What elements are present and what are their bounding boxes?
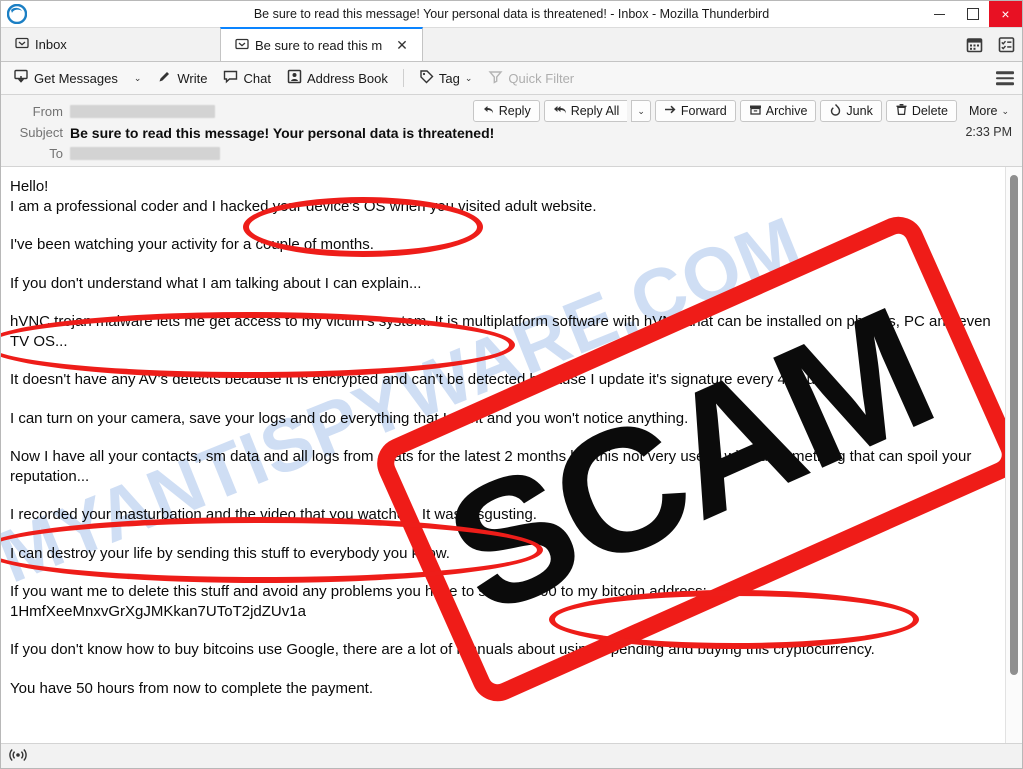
- reply-button[interactable]: Reply: [472, 100, 540, 122]
- hamburger-menu-icon[interactable]: [996, 71, 1014, 85]
- junk-label: Junk: [846, 104, 873, 118]
- reply-all-label: Reply All: [570, 104, 620, 118]
- more-label: More: [968, 104, 998, 118]
- pencil-icon: [157, 69, 172, 87]
- forward-arrow-icon: [664, 103, 677, 119]
- to-row: To: [1, 143, 1022, 164]
- broadcast-signal-icon: [9, 748, 27, 765]
- quick-filter-button[interactable]: Quick Filter: [481, 66, 581, 90]
- archive-label: Archive: [765, 104, 808, 118]
- forward-button[interactable]: Forward: [654, 100, 736, 122]
- message-body-pane: MYANTISPYWARE.COM Hello! I am a professi…: [1, 167, 1022, 743]
- write-button[interactable]: Write: [150, 66, 214, 90]
- tag-label: Tag: [438, 70, 460, 86]
- tab-bar: Inbox Be sure to read this m ✕: [1, 27, 1022, 62]
- mail-folder-icon: [15, 36, 29, 53]
- reply-all-button[interactable]: Reply All: [543, 100, 628, 122]
- tab-inbox[interactable]: Inbox: [1, 28, 220, 61]
- archive-box-icon: [749, 103, 762, 119]
- quick-filter-label: Quick Filter: [508, 70, 575, 86]
- reply-all-dropdown[interactable]: ⌄: [631, 100, 651, 122]
- tab-inbox-label: Inbox: [35, 37, 67, 52]
- chevron-down-icon: ⌄: [133, 72, 142, 83]
- to-label: To: [49, 146, 63, 161]
- tab-message-label: Be sure to read this m: [255, 37, 383, 53]
- delete-button[interactable]: Delete: [885, 100, 957, 122]
- get-messages-icon: [14, 69, 29, 87]
- body-paragraph: You have 50 hours from now to complete t…: [10, 679, 373, 697]
- maximize-button[interactable]: [956, 1, 989, 27]
- more-button[interactable]: More ⌄: [961, 100, 1017, 122]
- calendar-icon[interactable]: [964, 35, 984, 55]
- mail-envelope-icon: [235, 37, 249, 54]
- message-body-text: Hello! I am a professional coder and I h…: [10, 177, 992, 717]
- scrollbar-thumb[interactable]: [1010, 175, 1018, 675]
- junk-button[interactable]: Junk: [820, 100, 882, 122]
- filter-funnel-icon: [488, 69, 503, 87]
- message-header: From Subject Be sure to read this messag…: [1, 95, 1022, 167]
- body-paragraph: I recorded your masturbation and the vid…: [10, 506, 537, 523]
- chevron-down-icon: ⌄: [1001, 105, 1009, 116]
- to-value-redacted: [70, 147, 220, 160]
- subject-label: Subject: [19, 125, 63, 140]
- main-toolbar: Get Messages ⌄ Write Chat Address Book T…: [1, 62, 1022, 95]
- thunderbird-logo-icon: [4, 3, 30, 25]
- chevron-down-icon: ⌄: [637, 105, 645, 116]
- body-paragraph: Now I have all your contacts, sm data an…: [10, 448, 972, 485]
- close-button[interactable]: ×: [989, 1, 1022, 27]
- forward-label: Forward: [680, 104, 727, 118]
- body-paragraph: I've been watching your activity for a c…: [10, 236, 374, 253]
- body-paragraph: It doesn't have any AV's detects because…: [10, 371, 824, 388]
- trash-can-icon: [895, 103, 908, 119]
- address-book-icon: [287, 69, 302, 87]
- subject-value: Be sure to read this message! Your perso…: [70, 124, 495, 141]
- body-paragraph: I can turn on your camera, save your log…: [10, 409, 689, 427]
- subject-row: Subject Be sure to read this message! Yo…: [1, 122, 1022, 143]
- toolbar-separator: [402, 69, 404, 87]
- write-label: Write: [177, 70, 208, 86]
- title-bar: Be sure to read this message! Your perso…: [1, 1, 1022, 28]
- get-messages-dropdown[interactable]: ⌄: [127, 70, 149, 87]
- status-bar: [1, 743, 1022, 768]
- tabbar-right-icons: [964, 28, 1016, 61]
- minimize-button[interactable]: [923, 1, 956, 27]
- message-time: 2:33 PM: [965, 125, 1012, 139]
- address-book-button[interactable]: Address Book: [280, 66, 395, 90]
- delete-label: Delete: [911, 104, 948, 118]
- body-paragraph: If you want me to delete this stuff and …: [10, 583, 707, 600]
- body-paragraph: I am a professional coder and I hacked y…: [10, 197, 597, 215]
- tab-message[interactable]: Be sure to read this m ✕: [220, 27, 423, 61]
- tab-close-icon[interactable]: ✕: [396, 38, 408, 52]
- junk-flame-icon: [829, 103, 842, 119]
- tasks-icon[interactable]: [996, 35, 1016, 55]
- get-messages-label: Get Messages: [34, 70, 118, 86]
- body-paragraph: I can destroy your life by sending this …: [10, 544, 450, 562]
- archive-button[interactable]: Archive: [739, 100, 817, 122]
- body-paragraph: If you don't know how to buy bitcoins us…: [10, 641, 875, 658]
- vertical-scrollbar[interactable]: [1005, 167, 1022, 743]
- bitcoin-address: 1HmfXeeMnxvGrXgJMKkan7UToT2jdZUv1a: [10, 602, 306, 620]
- reply-all-arrow-icon: [553, 103, 567, 119]
- tag-button[interactable]: Tag ⌄: [412, 66, 480, 90]
- chat-label: Chat: [243, 70, 271, 86]
- reply-arrow-icon: [482, 103, 495, 119]
- thunderbird-window: Be sure to read this message! Your perso…: [0, 0, 1023, 769]
- message-actions: Reply Reply All ⌄ Forward Archive Junk D…: [472, 100, 1017, 122]
- body-paragraph: hVNC trojan malware lets me get access t…: [10, 313, 991, 350]
- address-book-label: Address Book: [306, 70, 388, 86]
- from-label: From: [32, 104, 63, 119]
- body-paragraph: If you don't understand what I am talkin…: [10, 274, 422, 292]
- tag-chevron-down-icon: ⌄: [464, 72, 473, 83]
- reply-label: Reply: [498, 104, 531, 118]
- window-controls: ×: [923, 1, 1022, 27]
- window-title: Be sure to read this message! Your perso…: [253, 7, 770, 21]
- chat-button[interactable]: Chat: [216, 66, 277, 90]
- body-paragraph: Hello!: [10, 178, 49, 195]
- get-messages-button[interactable]: Get Messages: [7, 66, 125, 90]
- chat-bubble-icon: [223, 69, 238, 87]
- from-value-redacted: [70, 105, 215, 118]
- tag-icon: [419, 69, 434, 87]
